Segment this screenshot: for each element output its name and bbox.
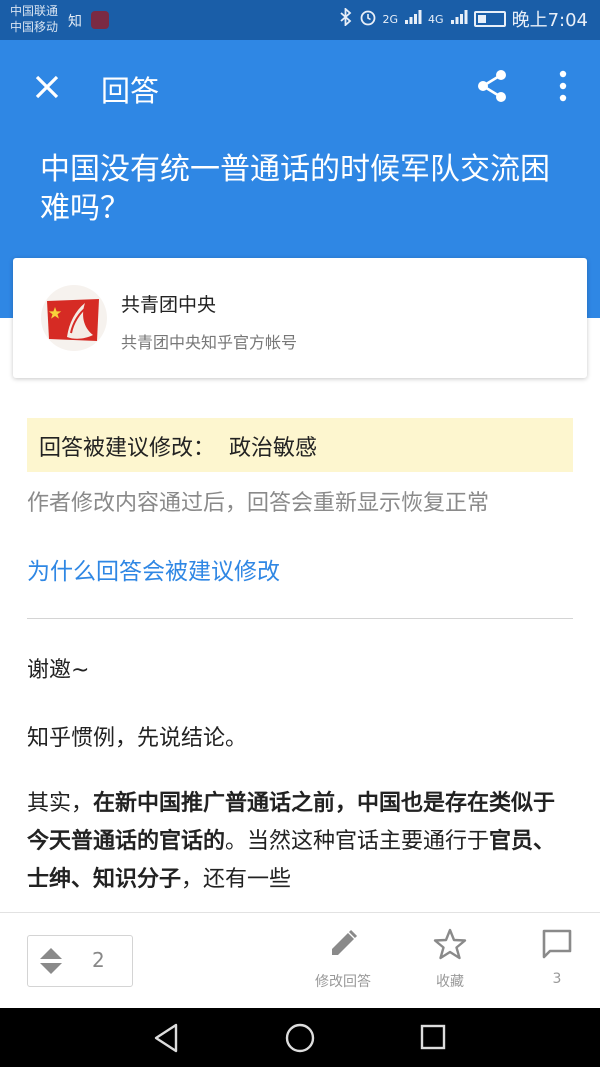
hint-text: 作者修改内容通过后，回答会重新显示恢复正常 bbox=[27, 491, 490, 516]
close-icon[interactable] bbox=[30, 70, 64, 104]
home-icon[interactable] bbox=[284, 1022, 316, 1058]
system-navigation-bar bbox=[0, 1008, 600, 1067]
author-avatar[interactable] bbox=[41, 285, 107, 351]
vote-count: 2 bbox=[92, 948, 105, 972]
favorite-label: 收藏 bbox=[436, 974, 464, 990]
page-title: 回答 bbox=[101, 74, 160, 108]
text-segment: 。当然这种官话主要通行于 bbox=[225, 829, 490, 854]
app-notification-icon bbox=[91, 11, 109, 29]
vote-button[interactable]: 2 bbox=[27, 935, 133, 987]
why-edit-link[interactable]: 为什么回答会被建议修改 bbox=[27, 552, 280, 586]
more-options-icon[interactable] bbox=[553, 68, 573, 104]
network-type-1: 2G bbox=[382, 12, 399, 26]
question-title[interactable]: 中国没有统一普通话的时候军队交流困难吗？ bbox=[40, 150, 560, 228]
share-icon[interactable] bbox=[475, 68, 509, 104]
status-bar: 中国联通 中国移动 知 2G 4G 晚上7:04 bbox=[0, 0, 600, 40]
answer-paragraph-2: 知乎惯例，先说结论。 bbox=[27, 726, 248, 751]
pencil-icon bbox=[332, 929, 358, 955]
bluetooth-icon bbox=[339, 6, 353, 31]
edit-answer-label: 修改回答 bbox=[315, 974, 371, 990]
moderation-notice: 回答被建议修改： 政治敏感 bbox=[27, 418, 573, 472]
favorite-button[interactable]: 收藏 bbox=[405, 927, 495, 991]
status-icons: 2G 4G 晚上7:04 bbox=[339, 6, 588, 32]
answer-paragraph-1: 谢邀~ bbox=[27, 658, 90, 683]
network-type-2: 4G bbox=[428, 12, 444, 26]
text-segment: 其实， bbox=[27, 791, 94, 816]
author-card[interactable]: 共青团中央 共青团中央知乎官方帐号 bbox=[13, 258, 587, 378]
star-icon bbox=[433, 928, 467, 960]
signal-icon bbox=[404, 9, 422, 30]
vote-arrows-icon bbox=[38, 945, 64, 977]
divider bbox=[27, 618, 573, 619]
answer-paragraph-3: 其实，在新中国推广普通话之前，中国也是存在类似于今天普通话的官话的。当然这种官话… bbox=[27, 785, 567, 899]
back-icon[interactable] bbox=[152, 1022, 182, 1058]
alarm-icon bbox=[359, 8, 377, 31]
carrier-1: 中国联通 bbox=[10, 4, 59, 18]
bottom-action-bar: 2 修改回答 收藏 3 bbox=[0, 912, 600, 1009]
comment-button[interactable]: 3 bbox=[512, 927, 600, 987]
text-segment: ，还有一些 bbox=[181, 867, 292, 892]
battery-icon bbox=[473, 11, 506, 27]
comment-count: 3 bbox=[552, 971, 562, 987]
recent-apps-icon[interactable] bbox=[419, 1023, 447, 1055]
carrier-2: 中国移动 bbox=[10, 20, 59, 34]
signal-icon-2 bbox=[450, 9, 468, 30]
carrier-info: 中国联通 中国移动 bbox=[10, 3, 58, 35]
clock-time: 晚上7:04 bbox=[511, 10, 588, 31]
zhihu-notification-icon: 知 bbox=[68, 14, 82, 30]
edit-answer-button[interactable]: 修改回答 bbox=[298, 927, 388, 991]
notice-text: 回答被建议修改： 政治敏感 bbox=[39, 436, 317, 461]
author-description: 共青团中央知乎官方帐号 bbox=[121, 333, 298, 352]
comment-icon bbox=[542, 929, 572, 959]
author-name[interactable]: 共青团中央 bbox=[121, 290, 216, 317]
